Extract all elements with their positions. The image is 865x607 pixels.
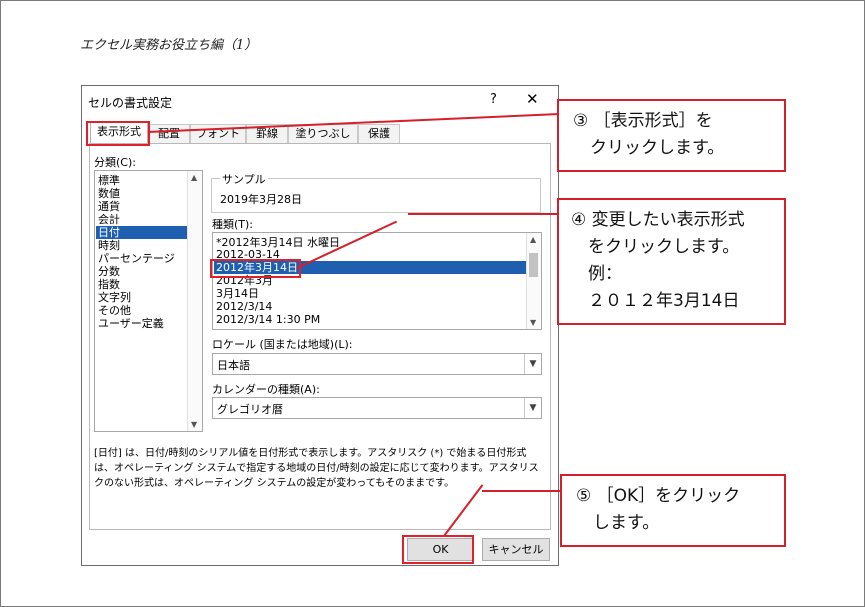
category-list[interactable]: 標準 数値 通貨 会計 日付 時刻 パーセンテージ 分数 指数 文字列 その他 … [94,170,203,432]
category-item[interactable]: 分数 [98,265,120,278]
category-item[interactable]: 指数 [98,278,120,291]
cancel-button[interactable]: キャンセル [482,538,550,561]
callout-connector [408,213,558,215]
chevron-down-icon[interactable]: ▼ [530,318,536,327]
category-item[interactable]: その他 [98,304,131,317]
callout-step4: ④ 変更したい表示形式 をクリックします。 例： ２０１２年3月14日 [557,198,786,325]
type-item[interactable]: 2012/3/14 [216,300,272,313]
chevron-up-icon[interactable]: ▲ [191,173,197,182]
type-scrollbar[interactable]: ▲ ▼ [526,233,541,329]
calendar-value: グレゴリオ暦 [217,403,283,416]
category-scrollbar[interactable]: ▲ ▼ [187,171,202,431]
category-item[interactable]: パーセンテージ [98,252,175,265]
category-item[interactable]: 数値 [98,187,120,200]
help-button[interactable]: ? [490,92,497,107]
type-label: 種類(T): [212,218,254,231]
chevron-down-icon[interactable]: ▼ [524,354,541,374]
callout-step3-line2: クリックします。 [573,138,725,158]
callout-step3: ③ ［表示形式］を クリックします。 [557,99,786,172]
category-item[interactable]: ユーザー定義 [98,317,164,330]
callout-step4-line2: をクリックします。 [571,237,740,257]
callout-step4-line3: 例： [571,264,622,284]
type-item[interactable]: 3月14日 [216,287,259,300]
callout-step4-line1: ④ 変更したい表示形式 [571,210,745,230]
dialog-title: セルの書式設定 [88,96,173,110]
chevron-down-icon[interactable]: ▼ [524,398,541,418]
sample-label: サンプル [220,171,268,187]
locale-label: ロケール (国または地域)(L): [212,338,353,351]
callout-connector [482,490,560,492]
calendar-select[interactable]: グレゴリオ暦 ▼ [212,397,542,419]
close-icon[interactable]: ✕ [526,90,539,108]
category-item[interactable]: 時刻 [98,239,120,252]
sample-box: サンプル 2019年3月28日 [211,171,541,213]
callout-step5-line2: します。 [576,513,660,533]
type-item[interactable]: 2012/3/14 1:30 PM [216,313,320,326]
category-item-selected[interactable]: 日付 [96,226,188,239]
highlight-selected-type [210,259,301,278]
callout-step5-line1: ⑤ ［OK］をクリック [576,486,741,506]
tab-protection[interactable]: 保護 [358,124,400,143]
category-item[interactable]: 会計 [98,213,120,226]
page-title: エクセル実務お役立ち編（1） [80,38,258,53]
format-description: [日付] は、日付/時刻のシリアル値を日付形式で表示します。アスタリスク (*)… [94,448,539,489]
locale-value: 日本語 [217,359,250,372]
calendar-label: カレンダーの種類(A): [212,383,320,396]
locale-select[interactable]: 日本語 ▼ [212,353,542,375]
highlight-ok-button [402,535,474,564]
category-item[interactable]: 標準 [98,174,120,187]
category-item[interactable]: 文字列 [98,291,131,304]
category-label: 分類(C): [94,156,136,169]
tab-alignment[interactable]: 配置 [148,124,190,143]
category-item[interactable]: 通貨 [98,200,120,213]
callout-step4-line4: ２０１２年3月14日 [571,291,740,311]
callout-step5: ⑤ ［OK］をクリック します。 [560,474,786,547]
chevron-down-icon[interactable]: ▼ [191,420,197,429]
tab-fill[interactable]: 塗りつぶし [288,124,358,143]
format-cells-dialog: セルの書式設定 ? ✕ 表示形式 配置 フォント 罫線 塗りつぶし 保護 分類(… [81,85,559,566]
chevron-up-icon[interactable]: ▲ [530,235,536,244]
scrollbar-thumb[interactable] [529,253,538,277]
type-list[interactable]: *2012年3月14日 水曜日 2012-03-14 2012年3月14日 20… [212,232,542,330]
sample-value: 2019年3月28日 [220,193,302,206]
callout-step3-line1: ③ ［表示形式］を [573,111,713,131]
highlight-number-format-tab [86,121,150,146]
